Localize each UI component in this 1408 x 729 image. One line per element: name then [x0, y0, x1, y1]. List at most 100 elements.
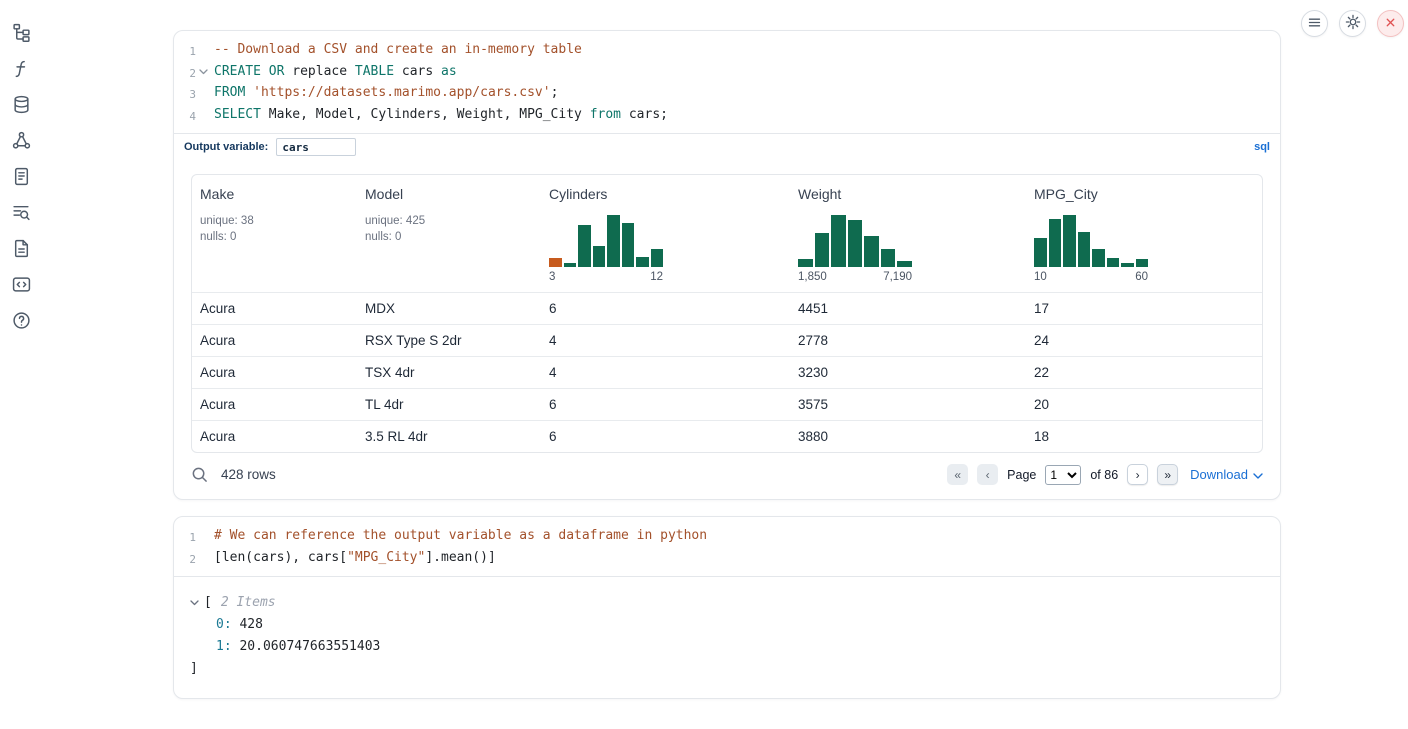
code-line[interactable]: 4SELECT Make, Model, Cylinders, Weight, … [174, 105, 1280, 127]
documentation-icon[interactable] [11, 238, 31, 258]
tree-key: 1: [216, 639, 232, 654]
help-icon[interactable] [11, 310, 31, 330]
histogram-bar [848, 220, 863, 267]
code-token: from [590, 107, 621, 122]
bracket-close: ] [190, 658, 1264, 680]
sidebar [8, 22, 34, 330]
tree-entries: 0: 4281: 20.060747663551403 [190, 614, 1264, 658]
next-page-button[interactable]: › [1127, 464, 1148, 485]
table-cell: 24 [1026, 325, 1262, 357]
collapse-chevron-icon[interactable] [190, 600, 199, 606]
table-cell: RSX Type S 2dr [357, 325, 541, 357]
last-page-button[interactable]: » [1157, 464, 1178, 485]
column-header-weight[interactable]: Weight 1,8507,190 [790, 175, 1026, 293]
row-count: 428 rows [221, 467, 276, 482]
scratchpad-icon[interactable] [11, 166, 31, 186]
code-text: SELECT Make, Model, Cylinders, Weight, M… [214, 105, 668, 125]
tree-value: 428 [232, 617, 263, 632]
code-token: # We can reference the output variable a… [214, 528, 707, 543]
column-histogram[interactable]: 312 [549, 215, 663, 283]
column-label: Weight [798, 186, 1018, 202]
logs-icon[interactable] [11, 202, 31, 222]
code-token [245, 85, 253, 100]
table-cell: 3230 [790, 357, 1026, 389]
table-row[interactable]: AcuraTL 4dr6357520 [192, 389, 1262, 421]
datasources-icon[interactable] [11, 94, 31, 114]
menu-button[interactable] [1301, 10, 1328, 37]
chevron-down-icon [1253, 467, 1263, 482]
items-count: 2 Items [221, 592, 276, 614]
page-select[interactable]: 1 [1045, 465, 1081, 485]
language-badge: sql [1254, 141, 1270, 153]
column-header-make[interactable]: Makeunique: 38nulls: 0 [192, 175, 357, 293]
histogram-axis: 1,8507,190 [798, 271, 912, 283]
table-row[interactable]: Acura3.5 RL 4dr6388018 [192, 421, 1262, 453]
histogram-bar [815, 233, 830, 267]
prev-page-button[interactable]: ‹ [977, 464, 998, 485]
histogram-bar [622, 223, 635, 267]
histogram-bar [1034, 238, 1047, 267]
table-row[interactable]: AcuraTSX 4dr4323022 [192, 357, 1262, 389]
settings-button[interactable] [1339, 10, 1366, 37]
column-histogram[interactable]: 1060 [1034, 215, 1148, 283]
python-code-editor[interactable]: 1 # We can reference the output variable … [174, 517, 1280, 576]
code-line[interactable]: 2CREATE OR replace TABLE cars as [174, 62, 1280, 84]
fold-chevron-icon[interactable] [196, 62, 210, 75]
code-line[interactable]: 1 # We can reference the output variable … [174, 526, 1280, 548]
code-token: as [441, 64, 457, 79]
snippets-icon[interactable] [11, 274, 31, 294]
histogram-bar [593, 246, 606, 267]
sql-code-editor[interactable]: 1 -- Download a CSV and create an in-memo… [174, 31, 1280, 133]
column-label: MPG_City [1034, 186, 1254, 202]
histogram-bar [897, 261, 912, 267]
hist-min-label: 10 [1034, 271, 1047, 283]
variables-icon[interactable] [11, 58, 31, 78]
data-table: Makeunique: 38nulls: 0Modelunique: 425nu… [191, 174, 1263, 453]
code-token: SELECT [214, 107, 261, 122]
fold-spacer [196, 105, 210, 112]
tree-entry: 1: 20.060747663551403 [190, 636, 1264, 658]
histogram-bar [1049, 219, 1062, 267]
code-token: ].mean()] [425, 550, 495, 565]
bracket-open: [ [204, 592, 212, 614]
code-line[interactable]: 3FROM 'https://datasets.marimo.app/cars.… [174, 83, 1280, 105]
line-number: 2 [174, 548, 196, 570]
hist-min-label: 3 [549, 271, 555, 283]
code-token: -- Download a CSV and create an in-memor… [214, 42, 582, 57]
first-page-button[interactable]: « [947, 464, 968, 485]
dependencies-icon[interactable] [11, 130, 31, 150]
histogram-bar [1107, 258, 1120, 267]
download-button[interactable]: Download [1190, 467, 1263, 482]
table-cell: 3.5 RL 4dr [357, 421, 541, 453]
histogram-bar [1063, 215, 1076, 267]
close-button[interactable] [1377, 10, 1404, 37]
histogram-bar [1121, 263, 1134, 267]
fold-spacer [196, 83, 210, 90]
tree-root[interactable]: [ 2 Items [190, 592, 1264, 614]
tree-entry: 0: 428 [190, 614, 1264, 636]
table-cell: 3575 [790, 389, 1026, 421]
output-variable-label: Output variable: [184, 141, 268, 153]
column-header-model[interactable]: Modelunique: 425nulls: 0 [357, 175, 541, 293]
code-line[interactable]: 2[len(cars), cars["MPG_City"].mean()] [174, 548, 1280, 570]
line-number: 1 [174, 526, 196, 548]
code-token: replace [284, 64, 354, 79]
table-row[interactable]: AcuraRSX Type S 2dr4277824 [192, 325, 1262, 357]
column-stats: unique: 425nulls: 0 [365, 213, 533, 245]
table-cell: 22 [1026, 357, 1262, 389]
table-cell: 4 [541, 357, 790, 389]
line-number: 1 [174, 40, 196, 62]
table-row[interactable]: AcuraMDX6445117 [192, 293, 1262, 325]
code-line[interactable]: 1 -- Download a CSV and create an in-memo… [174, 40, 1280, 62]
code-token: 'https://datasets.marimo.app/cars.csv' [253, 85, 550, 100]
file-tree-icon[interactable] [11, 22, 31, 42]
histogram-bars [798, 215, 912, 267]
column-header-mpg_city[interactable]: MPG_City 1060 [1026, 175, 1262, 293]
column-header-cylinders[interactable]: Cylinders312 [541, 175, 790, 293]
search-icon[interactable] [191, 466, 208, 483]
histogram-bar [1136, 259, 1149, 267]
hist-max-label: 7,190 [883, 271, 912, 283]
code-text: CREATE OR replace TABLE cars as [214, 62, 457, 82]
output-variable-input[interactable] [276, 138, 356, 156]
column-histogram[interactable]: 1,8507,190 [798, 215, 912, 283]
